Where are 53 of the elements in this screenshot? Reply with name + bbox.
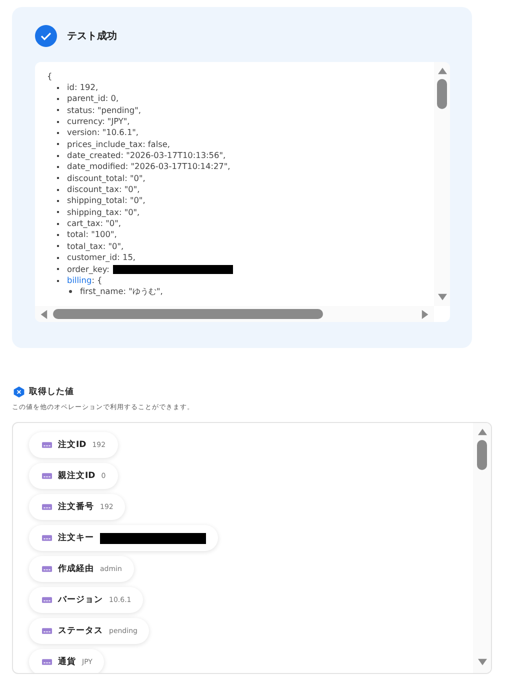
code-line: version: "10.6.1", [67, 127, 139, 139]
chip-label: ステータス [58, 625, 103, 637]
chip-label: 通貨 [58, 656, 76, 668]
chip-label: 注文番号 [58, 501, 94, 513]
chip-label: バージョン [58, 594, 103, 606]
section-title: 取得した値 [29, 386, 74, 398]
code-line: currency: "JPY", [67, 116, 130, 128]
text-type-icon [42, 442, 52, 448]
code-line: customer_id: 15, [67, 252, 136, 264]
text-type-icon [42, 659, 52, 665]
code-line: status: "pending", [67, 104, 141, 116]
chip-label: 親注文ID [58, 470, 96, 482]
scrollbar-thumb[interactable] [53, 309, 323, 319]
code-line: parent_id: 0, [67, 93, 119, 105]
text-type-icon [42, 597, 52, 603]
chip-label: 作成経由 [58, 563, 94, 575]
code-punctuation: : { [92, 274, 102, 286]
code-line: { [47, 70, 54, 82]
scrollbar-thumb[interactable] [437, 79, 447, 109]
hexagon-icon [13, 386, 25, 398]
text-type-icon [42, 535, 52, 541]
code-link[interactable]: billing [67, 274, 92, 286]
result-title: テスト成功 [67, 30, 117, 43]
scroll-right-icon[interactable] [421, 308, 430, 320]
chip-label: 注文キー [58, 532, 94, 544]
scroll-up-icon[interactable] [476, 427, 488, 436]
code-line: date_created: "2026-03-17T10:13:56", [67, 150, 226, 162]
vertical-scrollbar[interactable] [434, 62, 450, 306]
code-line: prices_include_tax: false, [67, 138, 170, 150]
code-line: shipping_total: "0", [67, 195, 146, 207]
scroll-left-icon[interactable] [39, 308, 48, 320]
code-line: id: 192, [67, 82, 98, 94]
text-type-icon [42, 473, 52, 479]
vertical-scrollbar[interactable] [473, 423, 491, 673]
code-line: first_name: "ゆうむ", [80, 286, 163, 298]
code-line: shipping_tax: "0", [67, 206, 140, 218]
code-line: date_modified: "2026-03-17T10:14:27", [67, 161, 230, 173]
code-line: total: "100", [67, 229, 117, 241]
text-type-icon [42, 628, 52, 634]
text-type-icon [42, 504, 52, 510]
scroll-up-icon[interactable] [436, 66, 448, 75]
scroll-down-icon[interactable] [436, 293, 448, 302]
code-line: discount_total: "0", [67, 172, 146, 184]
horizontal-scrollbar[interactable] [35, 306, 434, 322]
code-key: order_key: [67, 264, 110, 275]
text-type-icon [42, 566, 52, 572]
code-line: cart_tax: "0", [67, 218, 121, 230]
scrollbar-thumb[interactable] [477, 440, 487, 470]
value-chip[interactable]: 注文キー [29, 525, 218, 551]
code-line: total_tax: "0", [67, 240, 124, 252]
chip-label: 注文ID [58, 439, 86, 451]
scroll-down-icon[interactable] [476, 658, 488, 667]
code-line: discount_tax: "0", [67, 184, 140, 196]
